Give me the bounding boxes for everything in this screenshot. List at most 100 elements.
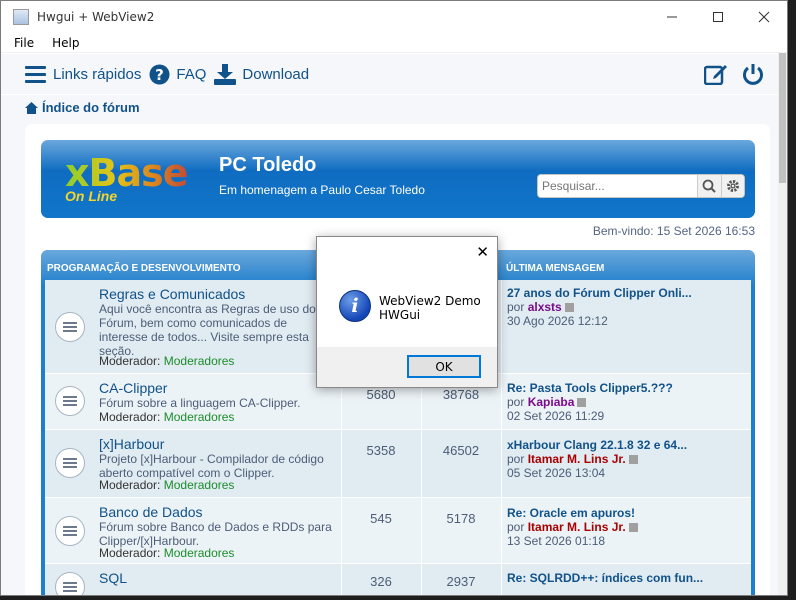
hamburger-icon	[25, 66, 46, 83]
download-link[interactable]: Download	[214, 63, 310, 85]
last-post: Re: SQLRDD++: índices com fun...	[507, 571, 703, 585]
site-header: xBase On Line PC Toledo Em homenagem a P…	[41, 140, 755, 218]
posts-count: 38768	[442, 387, 480, 402]
power-icon[interactable]	[742, 63, 764, 85]
last-post-author-line: por Kapiaba	[507, 395, 673, 409]
last-post-date: 13 Set 2026 01:18	[507, 534, 606, 548]
last-post-date: 30 Ago 2026 12:12	[507, 314, 608, 328]
maximize-button[interactable]	[695, 1, 741, 33]
menu-bar: File Help	[1, 33, 787, 53]
faq-link[interactable]: ? FAQ	[149, 64, 206, 85]
by-label: por	[507, 395, 525, 409]
by-label: por	[507, 452, 525, 466]
menu-file[interactable]: File	[5, 36, 43, 50]
search-box	[537, 174, 745, 198]
minimize-button[interactable]	[649, 1, 695, 33]
forum-description: Aqui você encontra as Regras de uso do F…	[99, 302, 316, 358]
forum-title[interactable]: Banco de Dados	[99, 504, 203, 520]
forum-row: Banco de Dados Fórum sobre Banco de Dado…	[45, 498, 751, 564]
view-post-icon[interactable]	[628, 523, 638, 533]
ok-button[interactable]: OK	[407, 355, 481, 378]
forum-read-icon	[55, 572, 85, 595]
breadcrumb-index[interactable]: Índice do fórum	[42, 100, 140, 115]
site-logo[interactable]: xBase On Line	[65, 154, 189, 204]
advanced-search-button[interactable]	[720, 175, 744, 197]
dialog-title-bar: ✕	[317, 237, 497, 267]
moderator-label: Moderador:	[99, 410, 161, 424]
svg-text:?: ?	[156, 66, 165, 84]
last-post-user[interactable]: Itamar M. Lins Jr.	[528, 520, 626, 534]
minimize-icon	[667, 16, 677, 18]
forum-title[interactable]: SQL	[99, 570, 127, 586]
view-post-icon[interactable]	[577, 398, 587, 408]
posts-count: 46502	[442, 443, 480, 458]
home-icon	[25, 101, 38, 114]
last-post-title[interactable]: xHarbour Clang 22.1.8 32 e 64...	[507, 438, 687, 452]
forum-read-icon	[55, 516, 85, 546]
posts-count: 2937	[446, 574, 476, 589]
last-post-column-header: ÚLTIMA MENSAGEM	[506, 263, 605, 274]
search-button[interactable]	[697, 175, 721, 197]
forum-title[interactable]: [x]Harbour	[99, 436, 164, 452]
dialog-message-line1: WebView2 Demo	[379, 294, 481, 308]
moderator-label: Moderador:	[99, 354, 161, 368]
vertical-scrollbar[interactable]	[778, 53, 787, 595]
download-label: Download	[242, 65, 310, 83]
moderator-link[interactable]: Moderadores	[164, 354, 235, 368]
dialog-message: WebView2 Demo HWGui	[379, 294, 481, 322]
edit-profile-icon[interactable]	[704, 63, 728, 85]
quick-links-label: Links rápidos	[53, 65, 142, 83]
view-post-icon[interactable]	[564, 303, 574, 313]
topics-count: 5358	[366, 443, 396, 458]
moderator-link[interactable]: Moderadores	[164, 410, 235, 424]
dialog-footer: OK	[317, 347, 497, 387]
last-post-title[interactable]: Re: Pasta Tools Clipper5.???	[507, 381, 673, 395]
breadcrumb[interactable]: Índice do fórum	[1, 94, 780, 120]
topics-count: 545	[370, 511, 392, 526]
menu-help[interactable]: Help	[43, 36, 88, 50]
window-title: Hwgui + WebView2	[37, 10, 155, 24]
forum-description: Fórum sobre a linguagem CA-Clipper.	[99, 396, 301, 410]
dialog-message-line2: HWGui	[379, 308, 421, 322]
maximize-icon	[713, 12, 723, 22]
welcome-text: Bem-vindo: 15 Set 2026 16:53	[592, 224, 755, 238]
quick-links-link[interactable]: Links rápidos	[25, 65, 141, 83]
moderator-link[interactable]: Moderadores	[164, 478, 235, 492]
last-post-title[interactable]: 27 anos do Fórum Clipper Onli...	[507, 286, 692, 300]
app-window: Hwgui + WebView2 File Help Links rápidos…	[0, 0, 788, 596]
view-post-icon[interactable]	[628, 455, 638, 465]
forum-read-icon	[55, 448, 85, 478]
close-icon	[758, 11, 770, 23]
forum-row: SQL 326 2937 Re: SQLRDD++: índices com f…	[45, 564, 751, 595]
topics-count: 326	[370, 574, 392, 589]
last-post-title[interactable]: Re: SQLRDD++: índices com fun...	[507, 571, 703, 585]
search-input[interactable]	[538, 175, 697, 197]
last-post-date: 02 Set 2026 11:29	[507, 409, 605, 423]
last-post: Re: Oracle em apuros! por Itamar M. Lins…	[507, 506, 638, 548]
forum-description: Projeto [x]Harbour - Compilador de códig…	[99, 452, 324, 480]
download-icon	[214, 63, 237, 85]
posts-count: 5178	[446, 511, 476, 526]
forum-row: [x]Harbour Projeto [x]Harbour - Compilad…	[45, 430, 751, 498]
forum-title[interactable]: CA-Clipper	[99, 380, 167, 396]
last-post-author-line: por Itamar M. Lins Jr.	[507, 520, 638, 534]
forum-moderators: Moderador: Moderadores	[99, 410, 234, 424]
last-post-user[interactable]: Kapiaba	[528, 395, 575, 409]
forum-moderators: Moderador: Moderadores	[99, 546, 234, 560]
top-nav: Links rápidos ? FAQ Download	[1, 54, 780, 94]
last-post-title[interactable]: Re: Oracle em apuros!	[507, 506, 638, 520]
last-post-user[interactable]: alxsts	[528, 300, 562, 314]
moderator-link[interactable]: Moderadores	[164, 546, 235, 560]
last-post-author-line: por Itamar M. Lins Jr.	[507, 452, 687, 466]
scrollbar-thumb[interactable]	[779, 53, 786, 183]
dialog-close-button[interactable]: ✕	[476, 243, 489, 261]
category-title[interactable]: PROGRAMAÇÃO E DESENVOLVIMENTO	[47, 263, 241, 274]
title-bar: Hwgui + WebView2	[1, 1, 787, 33]
close-window-button[interactable]	[741, 1, 787, 33]
last-post-user[interactable]: Itamar M. Lins Jr.	[528, 452, 626, 466]
forum-description: Fórum sobre Banco de Dados e RDDs para C…	[99, 520, 332, 548]
forum-title[interactable]: Regras e Comunicados	[99, 286, 245, 302]
message-dialog: ✕ i WebView2 Demo HWGui OK	[316, 236, 498, 388]
last-post-author-line: por alxsts	[507, 300, 692, 314]
last-post-date: 05 Set 2026 13:04	[507, 466, 606, 480]
